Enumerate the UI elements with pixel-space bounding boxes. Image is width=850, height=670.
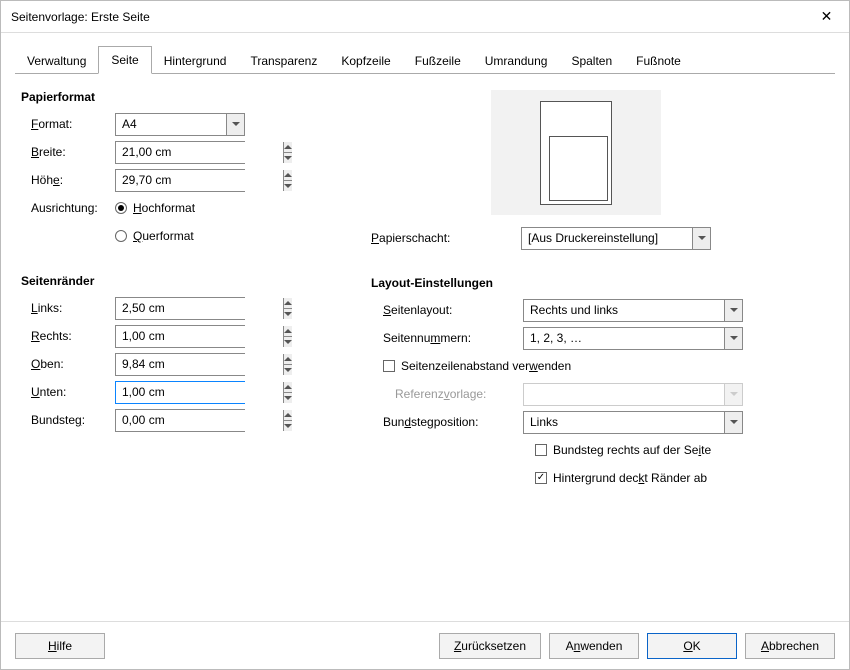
spin-up-icon[interactable] [284, 326, 292, 337]
tab-kopfzeile[interactable]: Kopfzeile [329, 49, 402, 74]
margin-bottom-input[interactable] [116, 382, 283, 403]
format-dropdown[interactable]: A4 [115, 113, 245, 136]
chevron-down-icon[interactable] [724, 328, 742, 349]
format-value: A4 [116, 117, 226, 131]
page-numbers-label: Seitennummern: [371, 331, 523, 345]
gutter-right-checkbox[interactable]: Bundsteg rechts auf der Seite [535, 443, 711, 457]
page-layout-label: Seitenlayout: [371, 303, 523, 317]
spin-up-icon[interactable] [284, 298, 292, 309]
width-input[interactable] [116, 142, 283, 163]
spin-down-icon[interactable] [284, 393, 292, 403]
spin-up-icon[interactable] [284, 170, 292, 181]
margin-left-input[interactable] [116, 298, 283, 319]
margin-top-spinner[interactable] [115, 353, 245, 376]
chevron-down-icon[interactable] [692, 228, 710, 249]
gutter-input[interactable] [116, 410, 283, 431]
register-checkbox[interactable]: Seitenzeilenabstand verwenden [383, 359, 571, 373]
cancel-button[interactable]: Abbrechen [745, 633, 835, 659]
height-spinner[interactable] [115, 169, 245, 192]
spin-up-icon[interactable] [284, 382, 292, 393]
height-input[interactable] [116, 170, 283, 191]
tab-umrandung[interactable]: Umrandung [473, 49, 560, 74]
section-margins: Seitenränder [21, 274, 351, 288]
spin-up-icon[interactable] [284, 410, 292, 421]
ref-style-label: Referenzvorlage: [371, 387, 523, 401]
tab-spalten[interactable]: Spalten [559, 49, 624, 74]
page-layout-dropdown[interactable]: Rechts und links [523, 299, 743, 322]
spin-down-icon[interactable] [284, 153, 292, 163]
gutter-pos-value: Links [524, 415, 724, 429]
dialog-footer: Hilfe Zurücksetzen Anwenden OK Abbrechen [1, 621, 849, 669]
spin-down-icon[interactable] [284, 337, 292, 347]
tray-label: Papierschacht: [371, 231, 521, 245]
tab-hintergrund[interactable]: Hintergrund [152, 49, 239, 74]
bg-covers-checkbox[interactable]: ✓ Hintergrund deckt Ränder ab [535, 471, 707, 485]
spin-down-icon[interactable] [284, 421, 292, 431]
margin-left-label: Links: [21, 301, 115, 315]
spin-up-icon[interactable] [284, 142, 292, 153]
orientation-label: Ausrichtung: [21, 201, 115, 215]
ok-button[interactable]: OK [647, 633, 737, 659]
page-layout-value: Rechts und links [524, 303, 724, 317]
gutter-spinner[interactable] [115, 409, 245, 432]
apply-button[interactable]: Anwenden [549, 633, 639, 659]
ref-style-dropdown [523, 383, 743, 406]
orientation-portrait-radio[interactable]: Hochformat [115, 201, 195, 215]
tab-fusszeile[interactable]: Fußzeile [403, 49, 473, 74]
margin-top-label: Oben: [21, 357, 115, 371]
width-label: Breite: [21, 145, 115, 159]
chevron-down-icon [724, 384, 742, 405]
page-numbers-value: 1, 2, 3, … [524, 331, 724, 345]
margin-right-spinner[interactable] [115, 325, 245, 348]
chevron-down-icon[interactable] [724, 412, 742, 433]
format-label: Format: [21, 117, 115, 131]
margin-right-label: Rechts: [21, 329, 115, 343]
gutter-label: Bundsteg: [21, 413, 115, 427]
page-numbers-dropdown[interactable]: 1, 2, 3, … [523, 327, 743, 350]
spin-up-icon[interactable] [284, 354, 292, 365]
tab-bar: Verwaltung Seite Hintergrund Transparenz… [15, 45, 835, 74]
spin-down-icon[interactable] [284, 365, 292, 375]
titlebar: Seitenvorlage: Erste Seite ✕ [1, 1, 849, 33]
margin-left-spinner[interactable] [115, 297, 245, 320]
chevron-down-icon[interactable] [724, 300, 742, 321]
section-layout: Layout-Einstellungen [371, 276, 811, 290]
gutter-pos-dropdown[interactable]: Links [523, 411, 743, 434]
help-button[interactable]: Hilfe [15, 633, 105, 659]
tab-transparenz[interactable]: Transparenz [238, 49, 329, 74]
tray-value: [Aus Druckereinstellung] [522, 231, 692, 245]
orientation-landscape-radio[interactable]: Querformat [115, 229, 194, 243]
width-spinner[interactable] [115, 141, 245, 164]
spin-down-icon[interactable] [284, 309, 292, 319]
spin-down-icon[interactable] [284, 181, 292, 191]
window-title: Seitenvorlage: Erste Seite [11, 10, 804, 24]
margin-right-input[interactable] [116, 326, 283, 347]
chevron-down-icon[interactable] [226, 114, 244, 135]
tab-verwaltung[interactable]: Verwaltung [15, 49, 98, 74]
tab-seite[interactable]: Seite [98, 46, 151, 74]
close-icon[interactable]: ✕ [804, 1, 849, 33]
tray-dropdown[interactable]: [Aus Druckereinstellung] [521, 227, 711, 250]
page-preview [491, 90, 661, 215]
tab-fussnote[interactable]: Fußnote [624, 49, 693, 74]
reset-button[interactable]: Zurücksetzen [439, 633, 541, 659]
margin-bottom-spinner[interactable] [115, 381, 245, 404]
height-label: Höhe: [21, 173, 115, 187]
section-paperformat: Papierformat [21, 90, 351, 104]
margin-top-input[interactable] [116, 354, 283, 375]
margin-bottom-label: Unten: [21, 385, 115, 399]
gutter-pos-label: Bundstegposition: [371, 415, 523, 429]
